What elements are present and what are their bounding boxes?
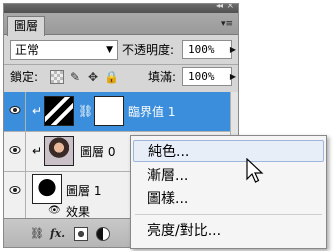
lock-label: 鎖定: <box>10 70 39 84</box>
adjustment-thumbnail[interactable] <box>44 96 74 126</box>
lock-transparency-icon[interactable] <box>50 70 64 84</box>
menu-item-brightness-contrast[interactable]: 亮度/對比... <box>133 220 324 242</box>
collapse-icon[interactable]: ◂◂ <box>216 4 223 10</box>
eye-icon <box>9 145 21 155</box>
clip-arrow-icon: ↵ <box>32 104 43 118</box>
eye-icon <box>9 185 21 195</box>
lock-all-icon[interactable]: 🔒 <box>104 70 119 84</box>
effects-label[interactable]: 效果 <box>66 205 90 219</box>
adjustment-layer-icon[interactable] <box>96 227 110 241</box>
visibility-toggle[interactable] <box>4 132 26 171</box>
menu-item-pattern[interactable]: 圖樣... <box>133 188 324 210</box>
mouse-cursor-icon <box>246 158 264 183</box>
opacity-field[interactable]: 100% <box>182 40 232 59</box>
blend-mode-select[interactable]: 正常 ▼ <box>10 40 118 60</box>
clip-arrow-icon: ↵ <box>32 144 43 158</box>
divider <box>4 64 238 65</box>
layer-thumbnail[interactable] <box>32 174 62 204</box>
tab-layers[interactable]: 圖層 <box>7 16 46 36</box>
menu-item-gradient[interactable]: 漸層... <box>133 165 324 187</box>
menu-divider <box>135 214 322 215</box>
add-mask-icon[interactable] <box>74 227 88 241</box>
opacity-label: 不透明度: <box>122 43 175 57</box>
adjustment-context-menu: 純色... 漸層... 圖樣... 亮度/對比... <box>130 135 327 249</box>
visibility-toggle[interactable] <box>4 172 26 218</box>
fill-field[interactable]: 100% <box>182 67 232 86</box>
chevron-down-icon: ▼ <box>106 45 113 55</box>
link-chain-icon: ⛓ <box>78 104 94 118</box>
close-icon[interactable]: × <box>226 4 234 11</box>
opacity-stepper-icon[interactable]: ▶ <box>228 40 238 59</box>
effects-eye-icon[interactable]: 👁 <box>48 205 61 216</box>
panel-menu-icon[interactable]: ▾≡ <box>219 18 235 30</box>
eye-icon <box>9 105 21 115</box>
layer-row-threshold[interactable]: ↵ ⛓ 臨界值 1 <box>4 92 238 132</box>
layer-mask-thumbnail[interactable] <box>94 96 124 126</box>
fill-label: 填滿: <box>148 70 177 84</box>
fx-icon[interactable]: fx. <box>50 227 65 241</box>
fill-stepper-icon[interactable]: ▶ <box>228 67 238 86</box>
lock-move-icon[interactable]: ✥ <box>86 70 100 84</box>
blend-mode-value: 正常 <box>15 43 40 57</box>
panel-tab-bar: 圖層 ▾≡ <box>4 13 238 36</box>
panel-top-strip: ◂◂ × <box>4 4 238 13</box>
link-layers-icon[interactable]: ⛓ <box>30 227 44 241</box>
layer-name[interactable]: 臨界值 1 <box>128 105 175 119</box>
visibility-toggle[interactable] <box>4 92 26 131</box>
menu-item-solid-color[interactable]: 純色... <box>133 140 324 162</box>
layer-name[interactable]: 圖層 1 <box>66 184 101 198</box>
photo-thumbnail[interactable] <box>44 136 74 166</box>
lock-brush-icon[interactable]: ✎ <box>68 70 82 84</box>
layer-name[interactable]: 圖層 0 <box>80 145 115 159</box>
